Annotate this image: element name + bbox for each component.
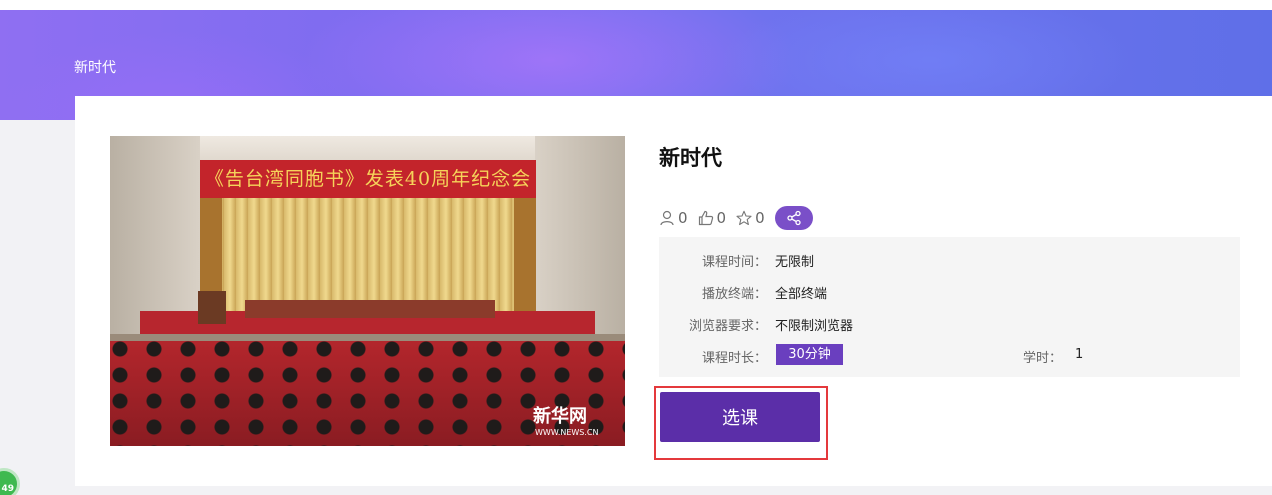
detail-row-duration: 课程时长： 30分钟 学时： 1 bbox=[659, 344, 1240, 367]
user-icon bbox=[660, 210, 674, 226]
detail-row-browser: 浏览器要求： 不限制浏览器 bbox=[659, 315, 1240, 335]
credit-hours-label: 学时： bbox=[1023, 351, 1063, 366]
course-title: 新时代 bbox=[659, 146, 722, 170]
terminal-value: 全部终端 bbox=[775, 287, 828, 302]
browser-label: 浏览器要求： bbox=[688, 319, 767, 334]
course-details-panel: 课程时间： 无限制 播放终端： 全部终端 浏览器要求： 不限制浏览器 课程时长：… bbox=[659, 237, 1240, 377]
floating-badge[interactable]: 49 bbox=[0, 468, 20, 495]
top-strip bbox=[0, 0, 1272, 10]
favorite-count[interactable]: 0 bbox=[736, 209, 765, 227]
favorite-count-value: 0 bbox=[755, 209, 765, 227]
learner-count-value: 0 bbox=[678, 209, 688, 227]
duration-badge: 30分钟 bbox=[776, 344, 843, 365]
browser-value: 不限制浏览器 bbox=[775, 319, 854, 334]
course-time-value: 无限制 bbox=[775, 255, 815, 270]
learner-count: 0 bbox=[659, 209, 688, 227]
enroll-button[interactable]: 选课 bbox=[660, 392, 820, 442]
photo-wall bbox=[535, 136, 625, 336]
course-stats: 0 0 0 bbox=[659, 206, 813, 230]
detail-row-course-time: 课程时间： 无限制 bbox=[659, 251, 1240, 271]
course-cover-image: 《告台湾同胞书》发表40周年纪念会 新华网 WWW.NEWS.CN bbox=[110, 136, 625, 446]
photo-watermark: 新华网 bbox=[533, 406, 587, 427]
duration-label: 课程时长： bbox=[701, 351, 767, 366]
photo-banner: 《告台湾同胞书》发表40周年纪念会 bbox=[200, 160, 536, 198]
photo-desk bbox=[245, 300, 495, 318]
terminal-label: 播放终端： bbox=[701, 287, 767, 302]
like-count-value: 0 bbox=[716, 209, 727, 227]
credit-hours-value: 1 bbox=[1075, 347, 1084, 362]
share-icon bbox=[786, 210, 801, 226]
course-time-label: 课程时间： bbox=[701, 255, 767, 270]
photo-wall bbox=[110, 136, 200, 336]
detail-row-terminal: 播放终端： 全部终端 bbox=[659, 283, 1240, 303]
star-icon[interactable] bbox=[736, 210, 752, 226]
share-button[interactable] bbox=[774, 206, 813, 230]
like-count[interactable]: 0 bbox=[698, 209, 727, 227]
thumbs-up-icon[interactable] bbox=[698, 210, 714, 226]
photo-podium bbox=[198, 291, 226, 324]
photo-watermark-url: WWW.NEWS.CN bbox=[535, 428, 599, 437]
breadcrumb[interactable]: 新时代 bbox=[74, 57, 116, 77]
